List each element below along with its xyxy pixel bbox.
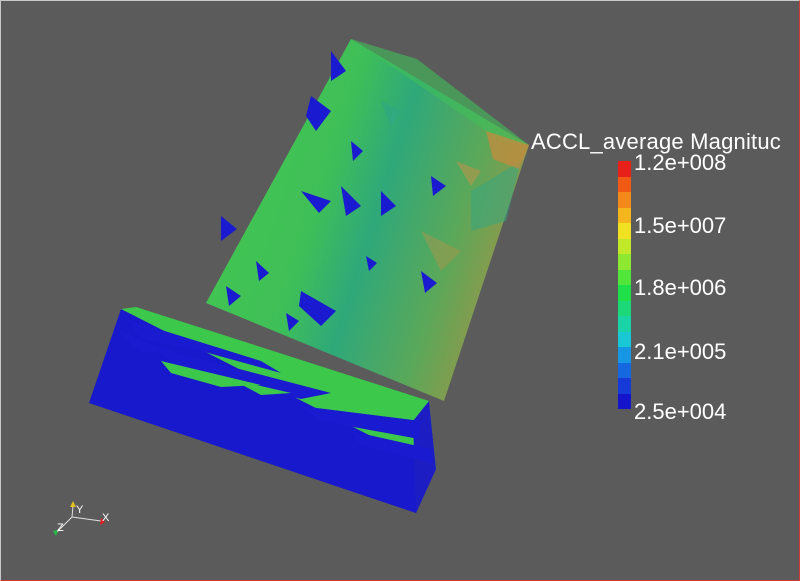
colorbar-label: 1.8e+006 [634,275,727,300]
colorbar-segment [618,331,631,347]
colorbar-segment [618,238,631,254]
colorbar-segment [618,285,631,301]
colorbar-segment [618,347,631,363]
colorbar-gradient [618,161,631,409]
colorbar-segment [618,176,631,192]
colorbar-label-max: 1.2e+008 [634,150,727,175]
colorbar-segment [618,254,631,270]
colorbar-label: 1.5e+007 [634,213,727,238]
colorbar-segment [618,393,631,409]
colorbar-segment [618,362,631,378]
colorbar-segment [618,300,631,316]
colorbar-segment [618,269,631,285]
colorbar-label-min: 2.5e+004 [634,399,727,424]
colorbar-label: 2.1e+005 [634,339,727,364]
colorbar-segment [618,192,631,208]
axis-z-label: Z [57,522,64,534]
render-viewport[interactable]: ACCL_average Magnituc 1.2e+008 1.5e+007 … [0,0,800,581]
colorbar-segment [618,378,631,394]
colorbar-segment [618,223,631,239]
axis-x-label: X [102,512,110,524]
axis-y-label: Y [76,504,84,516]
colorbar-segment [618,207,631,223]
colorbar-segment [618,316,631,332]
colorbar-segment [618,161,631,177]
